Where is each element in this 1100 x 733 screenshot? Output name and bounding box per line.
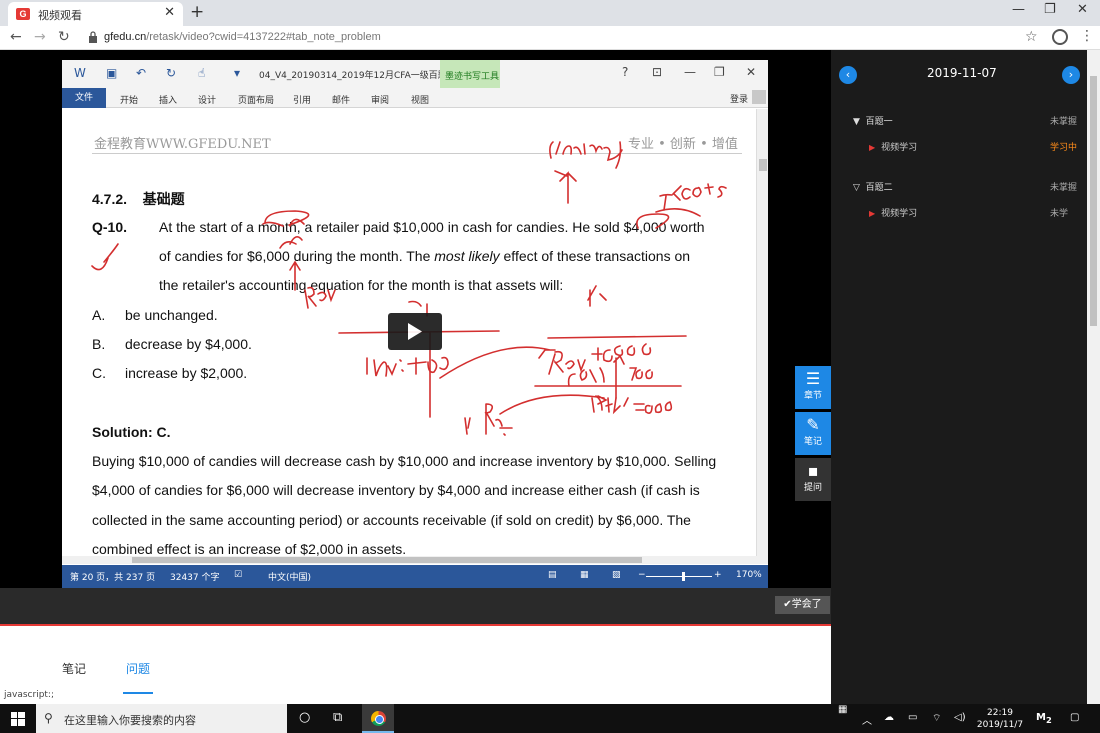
wifi-icon[interactable]: ⌔ xyxy=(932,712,941,725)
section-1-status: 未掌握 xyxy=(1050,117,1078,127)
chapter-button[interactable]: ☰ 章节 xyxy=(795,366,831,409)
back-icon[interactable]: ← xyxy=(10,29,22,45)
video-play-icon: ▶ xyxy=(869,209,876,218)
tab-questions[interactable]: 问题 xyxy=(126,660,150,677)
ime-icon[interactable]: M2 xyxy=(1036,712,1052,725)
tray-app-icon[interactable]: ▦ xyxy=(838,704,847,715)
new-tab-icon[interactable]: + xyxy=(190,2,204,22)
search-icon: ⚲ xyxy=(44,711,53,725)
site-favicon-icon: G xyxy=(16,8,30,20)
list-icon: ☰ xyxy=(805,369,821,388)
clock-time: 22:19 xyxy=(987,708,1013,718)
status-link: javascript:; xyxy=(4,690,55,700)
window-close-icon[interactable]: ✕ xyxy=(1077,2,1088,17)
video-play-icon: ▶ xyxy=(869,143,876,152)
notes-button[interactable]: ✎ 笔记 xyxy=(795,412,831,455)
tab-title: 视频观看 xyxy=(38,9,82,22)
tab-close-icon[interactable]: ✕ xyxy=(164,5,175,20)
lesson-1-status: 学习中 xyxy=(1050,143,1078,153)
minimize-icon[interactable]: — xyxy=(1012,2,1025,17)
page-scroll-thumb[interactable] xyxy=(1090,76,1097,326)
expanded-triangle-icon: ▼ xyxy=(853,117,860,127)
section-item-2[interactable]: ▽ 百题二 xyxy=(853,180,893,193)
account-icon[interactable] xyxy=(1052,29,1068,45)
ask-label: 提问 xyxy=(803,483,822,493)
browser-tab[interactable]: G 视频观看 ✕ xyxy=(8,2,183,26)
pencil-icon: ✎ xyxy=(806,415,820,434)
active-tab-indicator xyxy=(123,692,153,694)
section-item-1[interactable]: ▼ 百题一 xyxy=(853,114,893,127)
main-area: W ▣ ↶ ↻ ☝ ▾ 04_V4_20190314_2019年12月CFA一级… xyxy=(0,50,1100,704)
forward-icon[interactable]: → xyxy=(34,29,46,45)
browser-tab-strip: G 视频观看 ✕ + — ❐ ✕ xyxy=(0,0,1100,26)
lesson-item-2[interactable]: ▶ 视频学习 xyxy=(869,206,917,219)
course-sidebar: ‹ 2019-11-07 › ▼ 百题一 未掌握 ▶ 视频学习 学习中 ▽ 百题二… xyxy=(831,50,1087,704)
restore-icon[interactable]: ❐ xyxy=(1044,2,1056,17)
notes-label: 笔记 xyxy=(803,437,822,447)
video-control-strip: ✔学会了 xyxy=(0,588,831,624)
url-path: /retask/video?cwid=4137222#tab_note_prob… xyxy=(146,31,381,43)
reload-icon[interactable]: ↻ xyxy=(58,29,70,45)
chapter-label: 章节 xyxy=(803,391,822,401)
windows-taskbar: ⚲ 在这里输入你要搜索的内容 ○ ⧉ ▦ ︿ ☁ ▭ ⌔ ◁) 22:19 20… xyxy=(0,704,1100,733)
play-button[interactable] xyxy=(388,313,442,350)
cortana-icon[interactable]: ○ xyxy=(299,710,310,725)
section-2-status: 未掌握 xyxy=(1050,183,1078,193)
collapsed-triangle-icon: ▽ xyxy=(853,183,860,193)
page-scrollbar[interactable] xyxy=(1087,50,1100,704)
volume-icon[interactable]: ◁) xyxy=(954,712,966,723)
notes-panel: 笔记 问题 javascript:; xyxy=(0,624,831,704)
onedrive-icon[interactable]: ☁ xyxy=(884,712,894,723)
more-menu-icon[interactable]: ⋮ xyxy=(1080,28,1094,44)
video-player[interactable]: W ▣ ↶ ↻ ☝ ▾ 04_V4_20190314_2019年12月CFA一级… xyxy=(0,58,831,596)
ask-button[interactable]: ▪ 提问 xyxy=(795,458,831,501)
play-icon xyxy=(408,323,422,340)
search-placeholder: 在这里输入你要搜索的内容 xyxy=(64,714,196,727)
next-day-icon[interactable]: › xyxy=(1062,66,1080,84)
url-host: gfedu.cn xyxy=(104,31,147,43)
clock-date: 2019/11/7 xyxy=(976,720,1024,730)
task-view-icon[interactable]: ⧉ xyxy=(333,710,342,725)
lesson-2-status: 未学 xyxy=(1050,209,1069,219)
sidebar-date: 2019-11-07 xyxy=(927,66,997,80)
lock-icon xyxy=(89,31,97,43)
prev-day-icon[interactable]: ‹ xyxy=(839,66,857,84)
lesson-item-1[interactable]: ▶ 视频学习 xyxy=(869,140,917,153)
address-bar: ← → ↻ gfedu.cn/retask/video?cwid=4137222… xyxy=(0,26,1100,50)
chrome-taskbar-icon[interactable] xyxy=(362,704,394,733)
bookmark-star-icon[interactable]: ☆ xyxy=(1025,29,1038,45)
windows-start-icon[interactable] xyxy=(11,712,25,726)
learned-button[interactable]: ✔学会了 xyxy=(775,596,830,614)
battery-icon[interactable]: ▭ xyxy=(908,712,917,723)
question-icon: ▪ xyxy=(807,461,819,480)
show-hidden-icons[interactable]: ︿ xyxy=(862,712,872,727)
tab-notes[interactable]: 笔记 xyxy=(62,660,86,677)
url-field[interactable]: gfedu.cn/retask/video?cwid=4137222#tab_n… xyxy=(82,28,1017,48)
taskbar-clock[interactable]: 22:19 2019/11/7 xyxy=(975,707,1025,731)
action-center-icon[interactable]: ▢ xyxy=(1070,712,1079,723)
check-icon: ✔ xyxy=(783,599,792,610)
taskbar-search[interactable]: ⚲ 在这里输入你要搜索的内容 xyxy=(36,704,287,733)
